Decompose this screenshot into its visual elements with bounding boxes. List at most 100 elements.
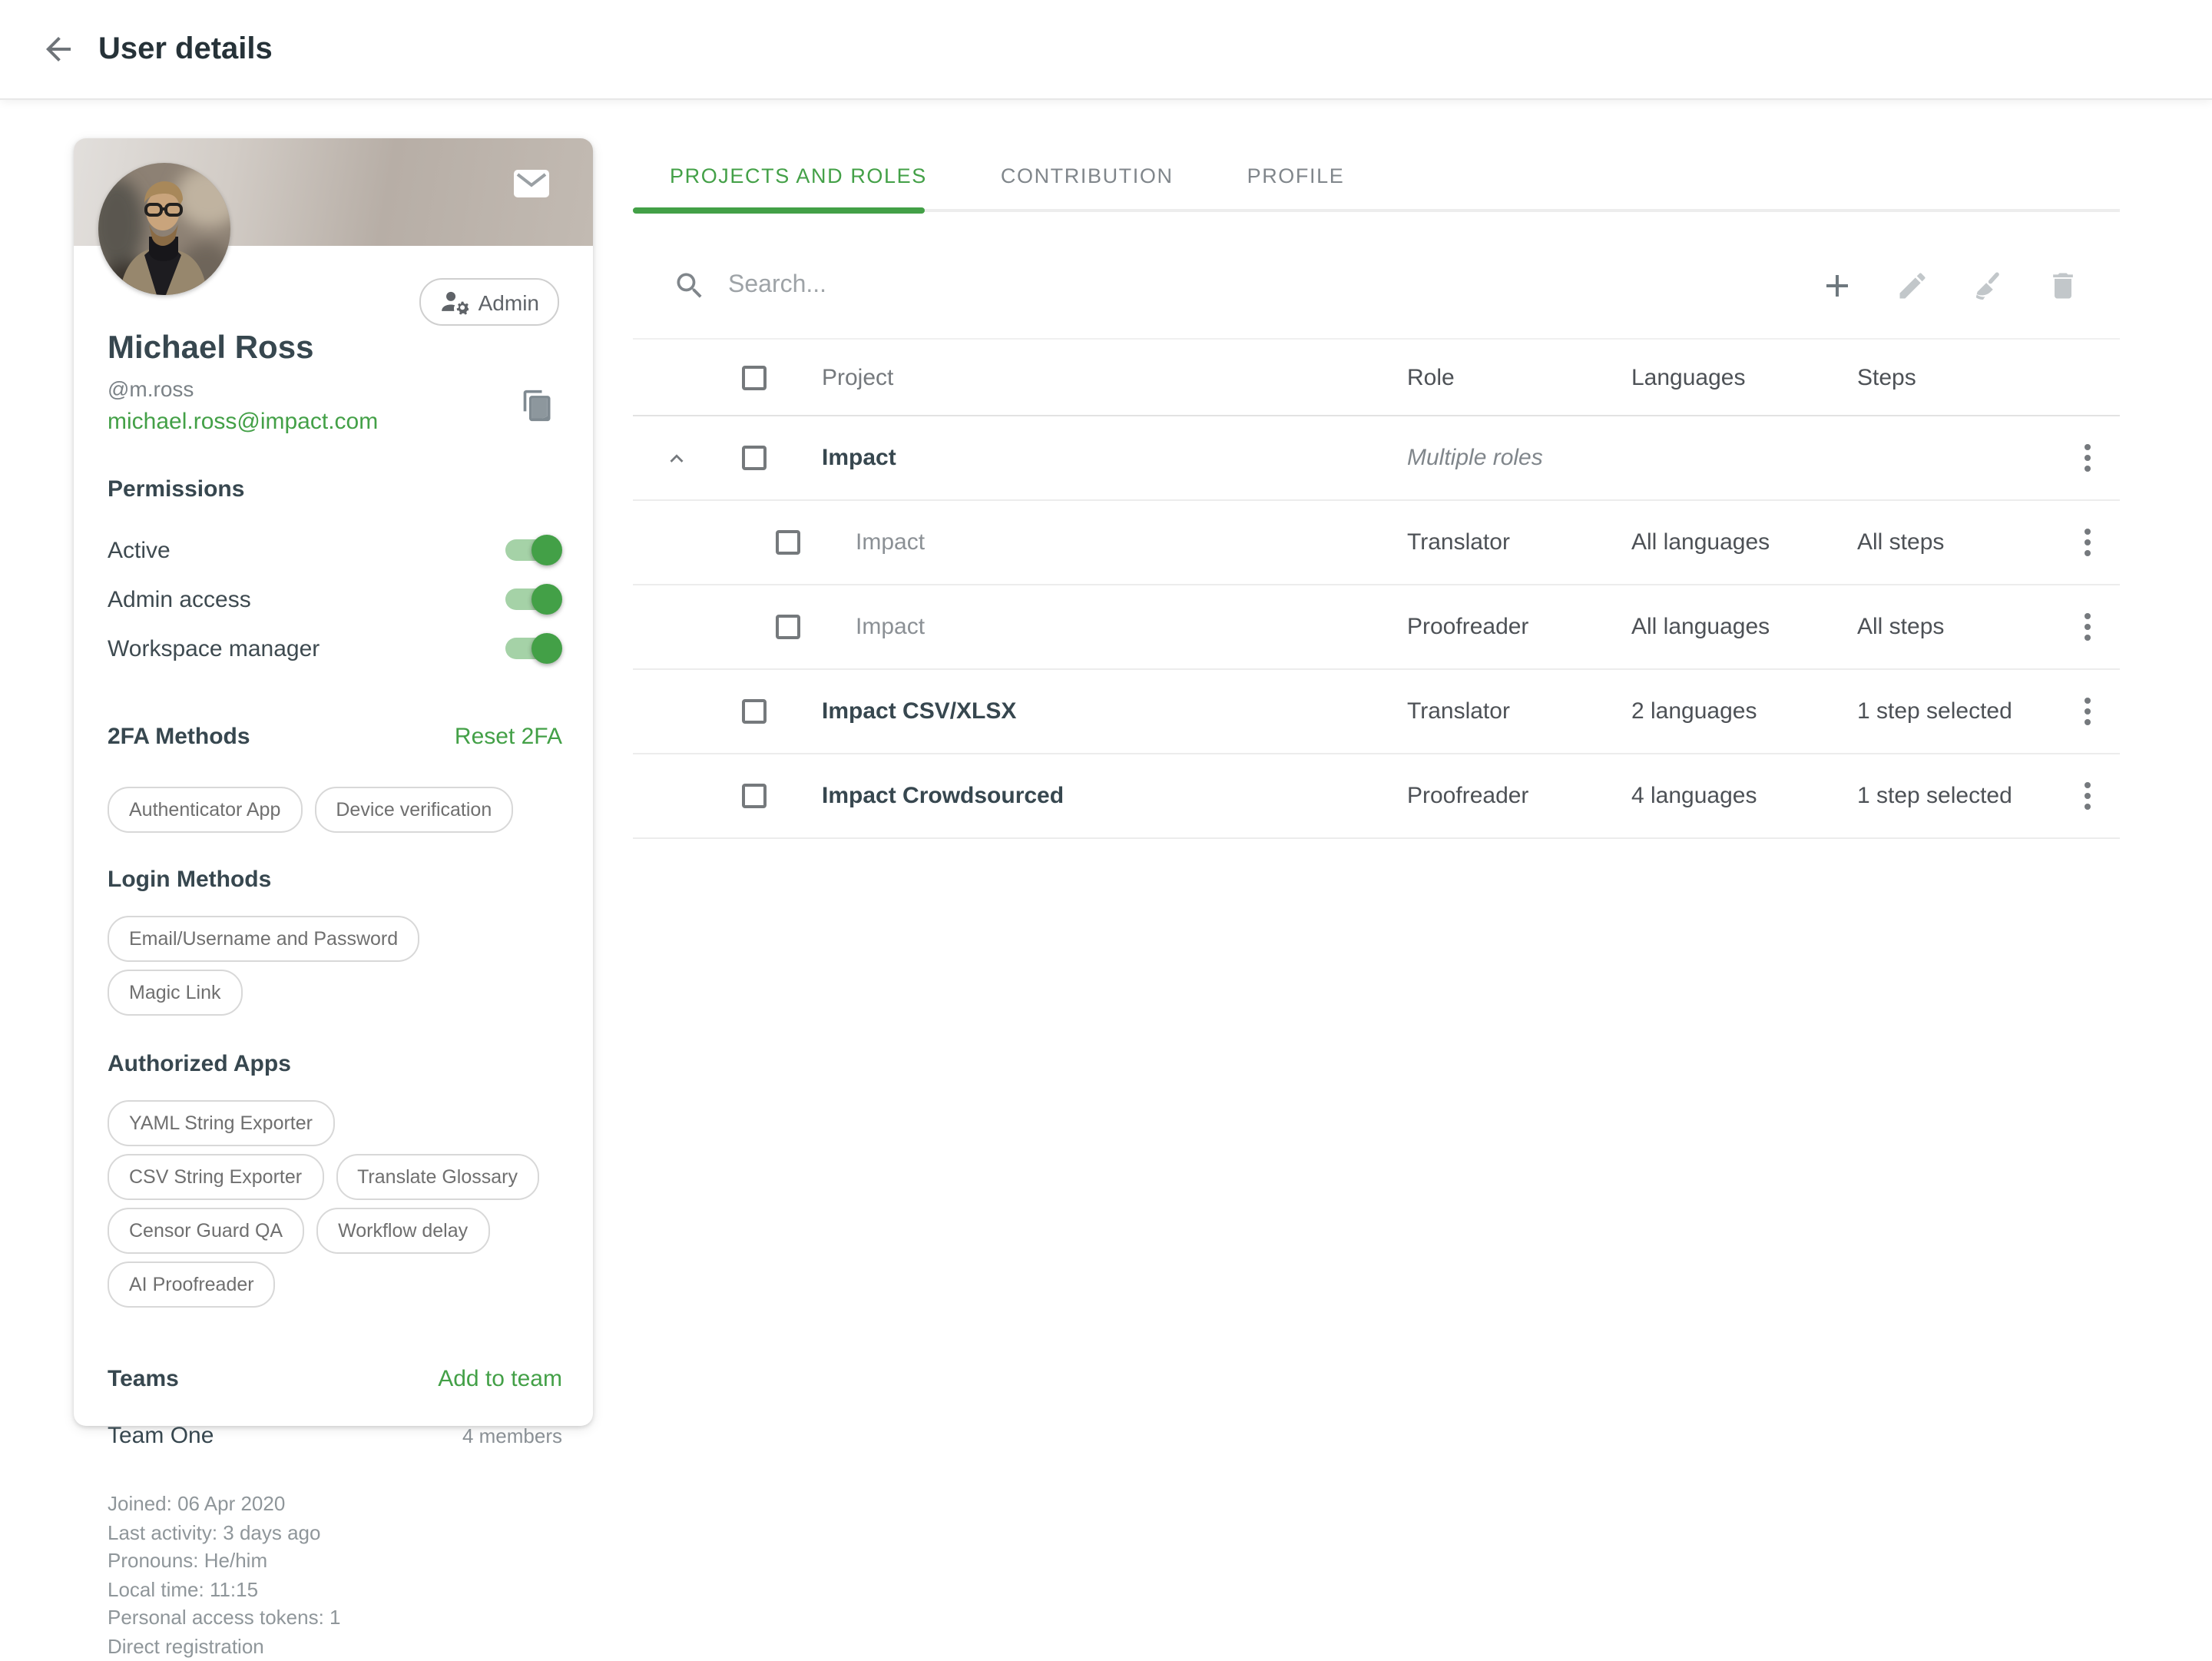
row-checkbox[interactable]	[742, 446, 767, 470]
projects-panel: PROJECTS AND ROLES CONTRIBUTION PROFILE	[633, 138, 2120, 839]
user-meta: Joined: 06 Apr 2020 Last activity: 3 day…	[108, 1490, 562, 1661]
table-header-row: Project Role Languages Steps	[633, 338, 2120, 416]
project-name: Impact CSV/XLSX	[822, 698, 1016, 724]
steps-cell: 1 step selected	[1857, 783, 2012, 809]
permission-label: Active	[108, 537, 171, 563]
user-details-page: User details	[0, 0, 2212, 1483]
project-name: Impact Crowdsourced	[822, 783, 1064, 809]
search-icon	[673, 269, 707, 303]
permission-label: Admin access	[108, 586, 251, 612]
permission-label: Workspace manager	[108, 635, 320, 661]
tab-projects-and-roles[interactable]: PROJECTS AND ROLES	[633, 138, 964, 212]
permission-row-active: Active	[108, 525, 562, 575]
page-title: User details	[98, 31, 273, 67]
edit-icon	[1896, 269, 1929, 303]
team-name: Team One	[108, 1423, 214, 1449]
add-icon	[1819, 267, 1856, 304]
languages-cell: All languages	[1631, 529, 1770, 555]
languages-cell: All languages	[1631, 614, 1770, 640]
team-member-count: 4 members	[462, 1424, 562, 1447]
table-row-impact-proofreader[interactable]: Impact Proofreader All languages All ste…	[633, 585, 2120, 670]
permission-row-workspace-manager: Workspace manager	[108, 624, 562, 673]
languages-cell: 2 languages	[1631, 698, 1757, 724]
add-button[interactable]	[1817, 266, 1857, 306]
authorized-app-chip: YAML String Exporter	[108, 1100, 334, 1146]
tab-contribution[interactable]: CONTRIBUTION	[964, 138, 1210, 212]
table-row-group-impact[interactable]: Impact Multiple roles	[633, 416, 2120, 501]
steps-cell: All steps	[1857, 614, 1944, 640]
authorized-app-chip: AI Proofreader	[108, 1261, 276, 1308]
user-email-link[interactable]: michael.ross@impact.com	[108, 409, 378, 435]
teams-title: Teams	[108, 1366, 179, 1392]
row-menu-button[interactable]	[2069, 433, 2106, 482]
reset-2fa-link[interactable]: Reset 2FA	[455, 724, 562, 750]
row-menu-button[interactable]	[2069, 602, 2106, 651]
twofa-method-chip: Authenticator App	[108, 787, 302, 833]
steps-cell: 1 step selected	[1857, 698, 2012, 724]
twofa-title: 2FA Methods	[108, 724, 250, 750]
languages-cell: 4 languages	[1631, 783, 1757, 809]
broom-icon	[1970, 268, 2005, 303]
user-card: Admin Michael Ross @m.ross michael.ross@…	[74, 138, 593, 1426]
meta-last-activity: Last activity: 3 days ago	[108, 1519, 562, 1547]
permission-row-admin-access: Admin access	[108, 575, 562, 624]
row-checkbox[interactable]	[742, 784, 767, 808]
delete-button[interactable]	[2043, 266, 2083, 306]
search-input[interactable]	[725, 270, 1782, 301]
active-toggle[interactable]	[505, 535, 562, 565]
add-to-team-link[interactable]: Add to team	[438, 1366, 562, 1392]
table-row-impact-translator[interactable]: Impact Translator All languages All step…	[633, 501, 2120, 585]
admin-access-toggle[interactable]	[505, 584, 562, 615]
trash-icon	[2046, 269, 2080, 303]
envelope-icon	[513, 169, 550, 198]
project-name: Impact	[822, 445, 896, 471]
twofa-method-chip: Device verification	[314, 787, 513, 833]
authorized-app-chip: Workflow delay	[316, 1208, 489, 1254]
column-header-steps: Steps	[1857, 364, 1916, 390]
steps-cell: All steps	[1857, 529, 1944, 555]
table-row-impact-csv-xlsx[interactable]: Impact CSV/XLSX Translator 2 languages 1…	[633, 670, 2120, 754]
column-header-project: Project	[822, 364, 893, 390]
workspace-manager-toggle[interactable]	[505, 633, 562, 664]
authorized-app-chip: Censor Guard QA	[108, 1208, 304, 1254]
table-row-impact-crowdsourced[interactable]: Impact Crowdsourced Proofreader 4 langua…	[633, 754, 2120, 839]
login-method-chip: Email/Username and Password	[108, 916, 419, 962]
collapse-group-button[interactable]	[657, 439, 694, 476]
login-methods-title: Login Methods	[108, 867, 562, 893]
meta-pronouns: Pronouns: He/him	[108, 1547, 562, 1576]
clear-button[interactable]	[1968, 266, 2008, 306]
meta-joined: Joined: 06 Apr 2020	[108, 1490, 562, 1519]
row-checkbox[interactable]	[776, 615, 800, 639]
arrow-left-icon	[40, 31, 77, 68]
meta-registration: Direct registration	[108, 1633, 562, 1661]
user-handle: @m.ross	[108, 376, 562, 401]
chevron-up-icon	[663, 445, 689, 471]
row-menu-button[interactable]	[2069, 518, 2106, 567]
authorized-app-chips: YAML String Exporter CSV String Exporter…	[108, 1100, 562, 1308]
login-method-chip: Magic Link	[108, 970, 243, 1016]
authorized-apps-title: Authorized Apps	[108, 1051, 562, 1077]
project-name: Impact	[856, 614, 925, 640]
table-toolbar	[633, 246, 2120, 326]
active-tab-indicator	[633, 207, 925, 214]
row-checkbox[interactable]	[776, 530, 800, 555]
permissions-title: Permissions	[108, 476, 562, 502]
meta-local-time: Local time: 11:15	[108, 1576, 562, 1604]
role-cell: Translator	[1407, 529, 1510, 555]
row-menu-button[interactable]	[2069, 687, 2106, 736]
send-email-button[interactable]	[513, 169, 550, 198]
project-name: Impact	[856, 529, 925, 555]
column-header-role: Role	[1407, 364, 1455, 390]
meta-access-tokens: Personal access tokens: 1	[108, 1604, 562, 1633]
select-all-checkbox[interactable]	[742, 365, 767, 390]
row-checkbox[interactable]	[742, 699, 767, 724]
authorized-app-chip: Translate Glossary	[336, 1154, 539, 1200]
back-button[interactable]	[40, 31, 77, 68]
role-cell: Proofreader	[1407, 783, 1528, 809]
twofa-chips: Authenticator App Device verification	[108, 787, 562, 833]
login-method-chips: Email/Username and Password Magic Link	[108, 916, 562, 1016]
tab-profile[interactable]: PROFILE	[1210, 138, 1382, 212]
user-name: Michael Ross	[108, 329, 562, 369]
edit-button[interactable]	[1892, 266, 1932, 306]
row-menu-button[interactable]	[2069, 771, 2106, 821]
